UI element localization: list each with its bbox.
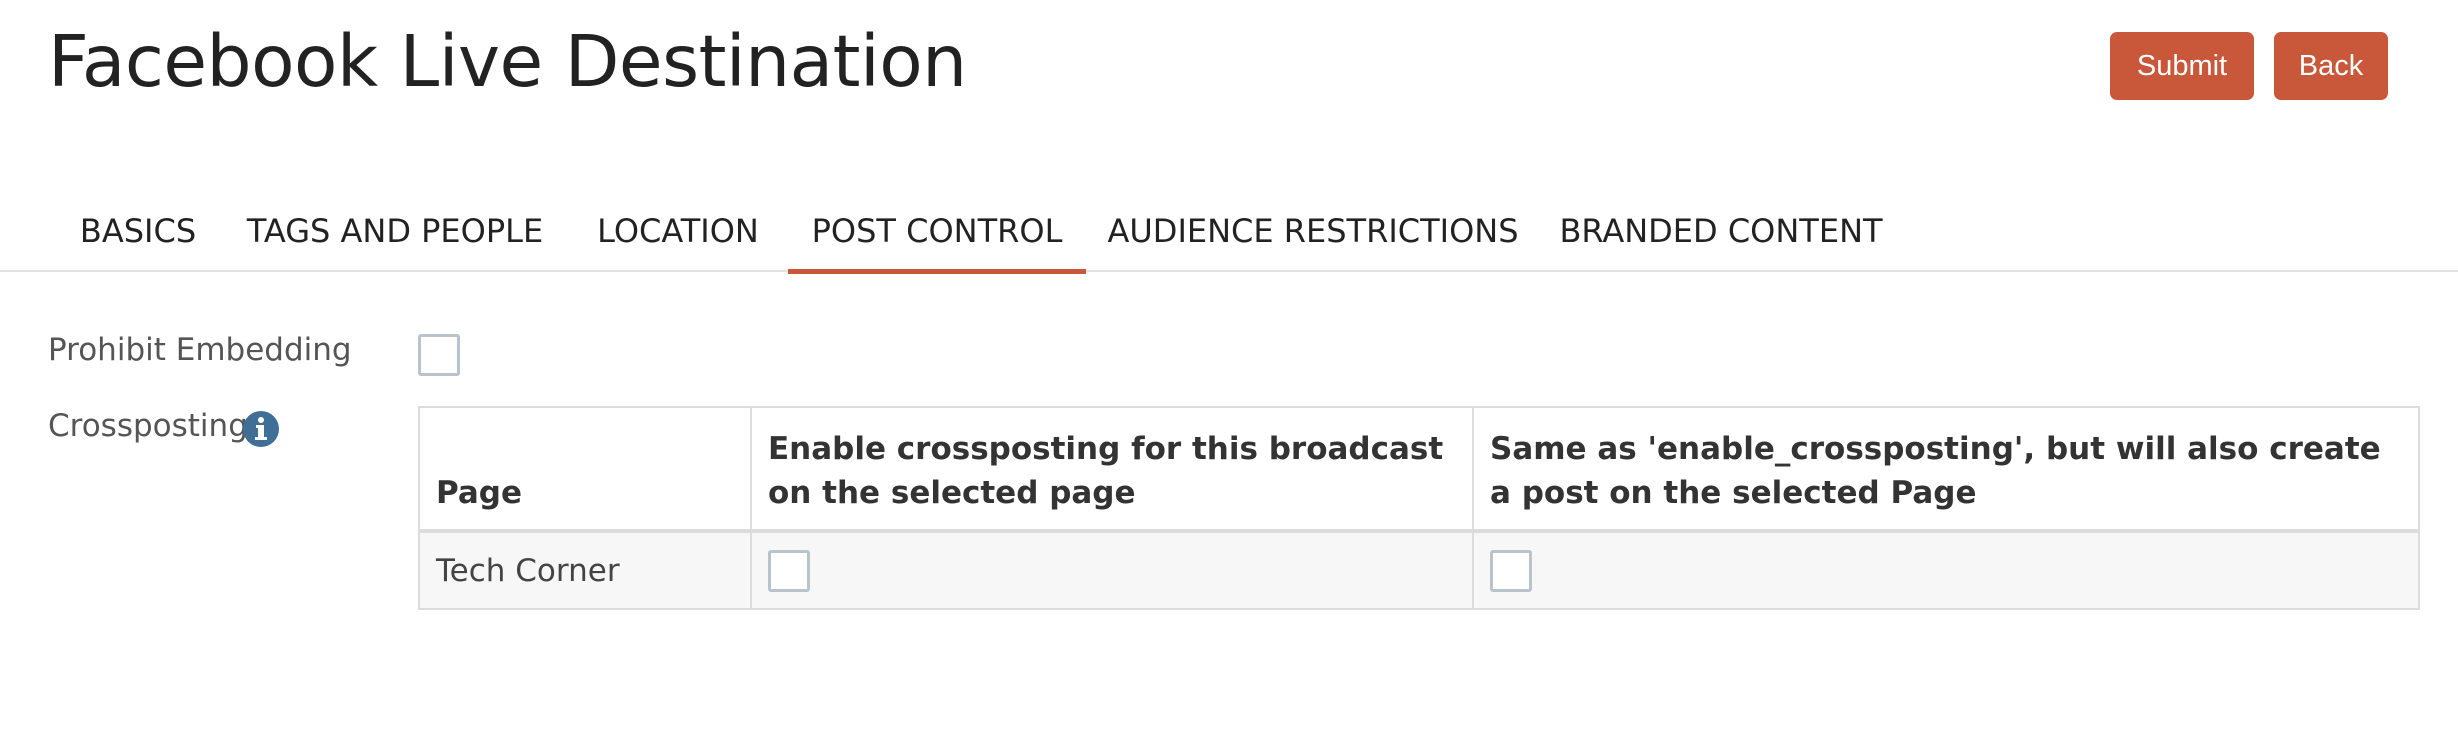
submit-button[interactable]: Submit (2110, 32, 2254, 100)
table-header-row: Page Enable crossposting for this broadc… (418, 406, 2420, 533)
prohibit-embedding-checkbox[interactable] (418, 334, 460, 376)
tab-basics[interactable]: BASICS (66, 190, 210, 272)
enable-crossposting-checkbox[interactable] (768, 549, 810, 592)
prohibit-embedding-label: Prohibit Embedding (48, 332, 352, 368)
table-row: Tech Corner (418, 530, 2420, 610)
page-name-cell: Tech Corner (418, 530, 752, 610)
enable-crossposting-cell (750, 530, 1474, 610)
tab-audience-restrictions[interactable]: AUDIENCE RESTRICTIONS (1107, 190, 1518, 272)
page-title: Facebook Live Destination (48, 20, 967, 103)
tab-bar: BASICS TAGS AND PEOPLE LOCATION POST CON… (0, 190, 2458, 274)
column-header-create-post: Same as 'enable_crossposting', but will … (1472, 406, 2420, 533)
crossposting-table: Page Enable crossposting for this broadc… (418, 406, 2420, 610)
tab-tags-and-people[interactable]: TAGS AND PEOPLE (240, 190, 550, 272)
tab-branded-content[interactable]: BRANDED CONTENT (1552, 190, 1890, 272)
tab-post-control[interactable]: POST CONTROL (788, 190, 1086, 274)
tab-location[interactable]: LOCATION (580, 190, 776, 272)
back-button[interactable]: Back (2274, 32, 2388, 100)
column-header-enable-crossposting: Enable crossposting for this broadcast o… (750, 406, 1474, 533)
crossposting-label: Crossposting (48, 408, 248, 444)
create-post-checkbox[interactable] (1490, 549, 1532, 592)
info-icon[interactable] (242, 410, 280, 448)
create-post-cell (1472, 530, 2420, 610)
column-header-page: Page (418, 406, 752, 533)
